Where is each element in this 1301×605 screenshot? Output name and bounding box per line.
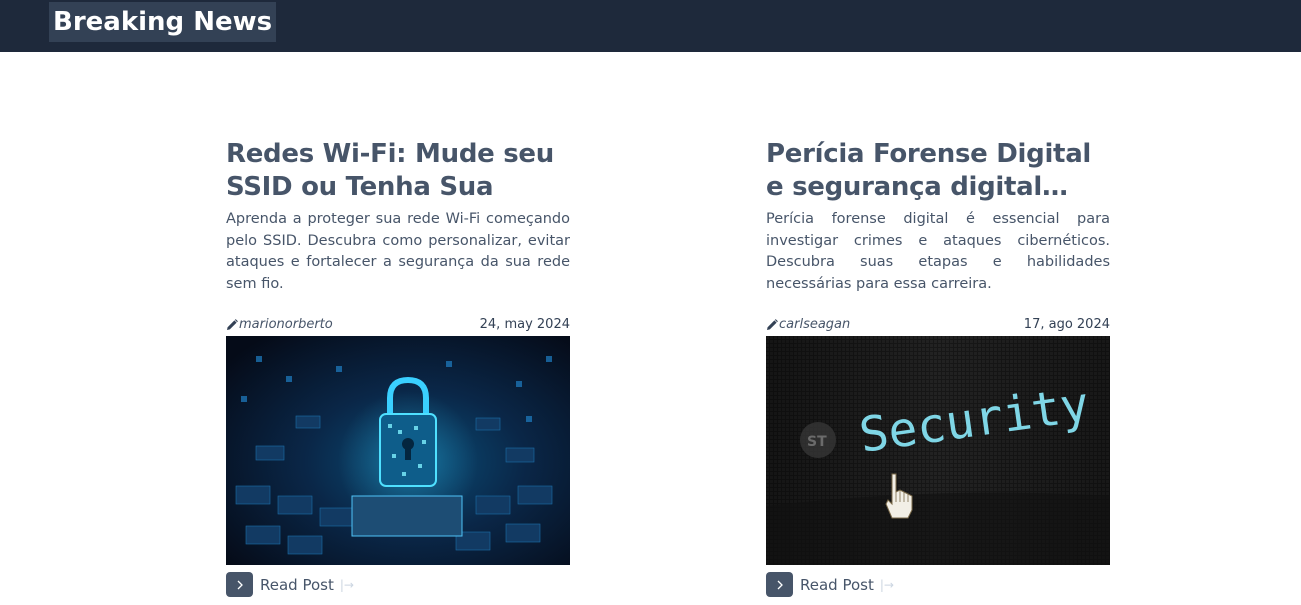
- brand-logo[interactable]: Breaking News: [49, 2, 277, 42]
- post-excerpt: Aprenda a proteger sua rede Wi-Fi começa…: [226, 211, 570, 292]
- post-card: Redes Wi-Fi: Mude seu SSID ou Tenha Sua …: [226, 138, 570, 597]
- read-post-label: Read Post: [800, 575, 874, 594]
- read-post-label: Read Post: [260, 575, 334, 594]
- post-image[interactable]: [226, 336, 570, 565]
- post-author[interactable]: marionorberto: [226, 317, 333, 332]
- chevron-right-icon[interactable]: [226, 572, 253, 597]
- post-title[interactable]: Redes Wi-Fi: Mude seu SSID ou Tenha Sua …: [226, 138, 570, 204]
- exit-arrow-icon: |→: [339, 577, 354, 592]
- post-author[interactable]: carlseagan: [766, 317, 850, 332]
- security-screen-image: ST Security: [766, 336, 1110, 565]
- post-author-name: carlseagan: [779, 317, 851, 332]
- read-post-link[interactable]: Read Post |→: [766, 572, 894, 597]
- post-date: 17, ago 2024: [1023, 317, 1110, 332]
- post-image[interactable]: ST Security: [766, 336, 1110, 565]
- pencil-icon: [227, 318, 238, 330]
- post-excerpt: Perícia forense digital é essencial para…: [766, 211, 1110, 292]
- pencil-icon: [767, 318, 778, 330]
- padlock-circuit-image: [226, 336, 570, 565]
- read-post-link[interactable]: Read Post |→: [226, 572, 354, 597]
- post-title[interactable]: Perícia Forense Digital e segurança digi…: [766, 138, 1110, 204]
- chevron-right-icon[interactable]: [766, 572, 793, 597]
- post-author-name: marionorberto: [239, 317, 333, 332]
- top-navbar: Breaking News: [0, 0, 1301, 52]
- post-meta: marionorberto 24, may 2024: [226, 317, 570, 335]
- post-date: 24, may 2024: [479, 317, 570, 332]
- exit-arrow-icon: |→: [879, 577, 894, 592]
- post-card: Perícia Forense Digital e segurança digi…: [766, 138, 1110, 597]
- svg-text:ST: ST: [807, 434, 827, 450]
- post-meta: carlseagan 17, ago 2024: [766, 317, 1110, 335]
